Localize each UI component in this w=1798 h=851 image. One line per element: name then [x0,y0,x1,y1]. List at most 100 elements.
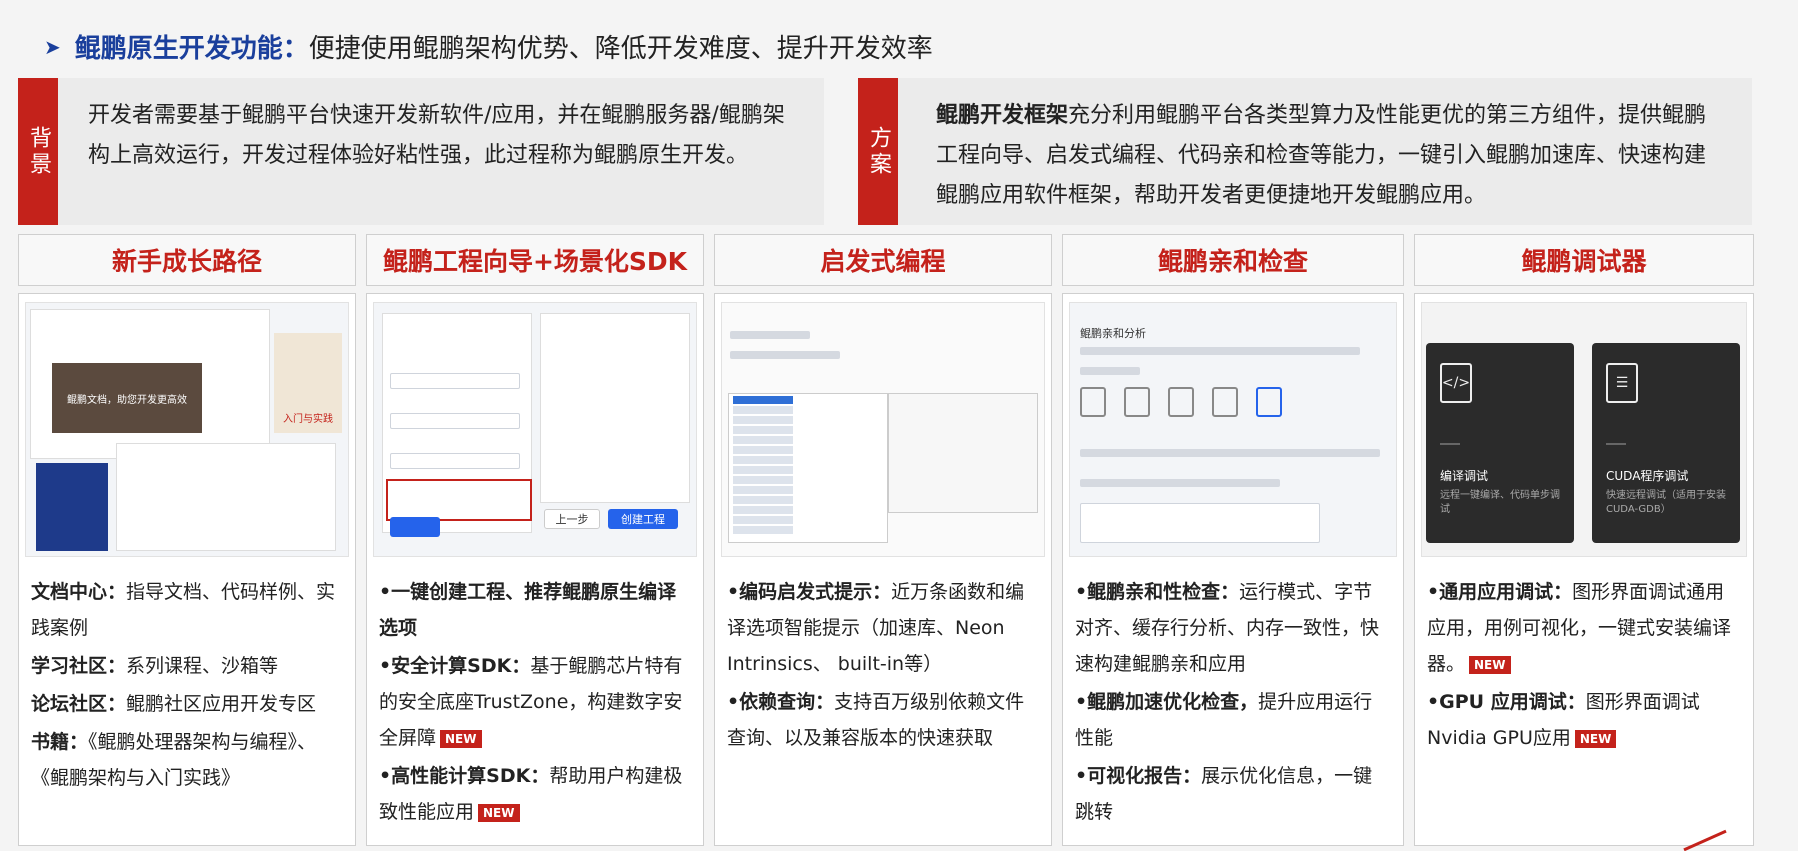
background-box: 背景 开发者需要基于鲲鹏平台快速开发新软件/应用，并在鲲鹏服务器/鲲鹏架构上高效… [18,78,824,225]
card-divider [1606,443,1626,445]
item-label: •鲲鹏加速优化检查， [1075,691,1259,713]
column-title-3: 启发式编程 [714,234,1052,286]
suggestion-row [733,506,793,514]
new-badge: NEW [478,803,520,822]
path-input [1080,503,1320,543]
column-screenshot-4: 鲲鹏亲和分析 [1069,302,1397,557]
highlight-field [386,479,532,521]
column-body-1: 鲲鹏文档，助您开发更高效 入门与实践文档中心：指导文档、代码样例、实践案例学习社区… [18,293,356,846]
column-body-3: •编码启发式提示：近万条函数和编译选项智能提示（加速库、Neon Intrins… [714,293,1052,846]
check-type-icon [1212,387,1238,417]
item-label: •高性能计算SDK： [379,765,550,787]
debug-card-compile: </> 编译调试 远程一键编译、代码单步调试 [1426,343,1574,543]
column-item: 论坛社区：鲲鹏社区应用开发专区 [31,686,343,722]
plan-strong: 鲲鹏开发框架 [936,103,1069,128]
item-label: 论坛社区： [31,693,127,715]
suggestion-row [733,406,793,414]
sliders-icon: ☰ [1606,363,1638,403]
suggestion-row [733,516,793,524]
column-text-3: •编码启发式提示：近万条函数和编译选项智能提示（加速库、Neon Intrins… [727,574,1039,758]
column-item: •一键创建工程、推荐鲲鹏原生编译选项 [379,574,691,646]
item-label: •鲲鹏亲和性检查： [1075,581,1240,603]
column-item: •编码启发式提示：近万条函数和编译选项智能提示（加速库、Neon Intrins… [727,574,1039,682]
item-label: 学习社区： [31,655,127,677]
plan-tag: 方案 [858,78,898,225]
column-item: •GPU 应用调试：图形界面调试Nvidia GPU应用 NEW [1427,684,1741,756]
item-label: •一键创建工程、推荐鲲鹏原生编译选项 [379,581,677,639]
card-desc: 快速远程调试（适用于安装CUDA-GDB） [1606,490,1726,515]
headline: ➤ 鲲鹏原生开发功能： 便捷使用鲲鹏架构优势、降低开发难度、提升开发效率 [44,28,933,65]
suggestion-row [733,416,793,424]
column-screenshot-5: </> 编译调试 远程一键编译、代码单步调试 ☰ CUDA程序调试 快速远程调试（适用于安… [1421,302,1747,557]
column-title-1: 新手成长路径 [18,234,356,286]
suggestion-row [733,396,793,404]
new-badge: NEW [1574,729,1617,748]
column-screenshot-3 [721,302,1045,557]
check-type-icon [1080,387,1106,417]
suggestion-row [733,466,793,474]
desc-line [1080,449,1380,457]
form-field [390,373,520,389]
check-type-icon [1124,387,1150,417]
book-blue [36,463,108,551]
column-item: •鲲鹏亲和性检查：运行模式、字节对齐、缓存行分析、内存一致性，快速构建鲲鹏亲和应… [1075,574,1391,682]
options-panel [540,313,690,503]
column-item: 文档中心：指导文档、代码样例、实践案例 [31,574,343,646]
suggestion-row [733,456,793,464]
desc-line [1080,367,1140,375]
create-project-button: 创建工程 [608,509,678,529]
suggestion-row [733,526,793,534]
column-title-4: 鲲鹏亲和检查 [1062,234,1404,286]
plan-text: 鲲鹏开发框架充分利用鲲鹏平台各类型算力及性能更优的第三方组件，提供鲲鹏工程向导、… [898,78,1752,225]
column-item: •通用应用调试：图形界面调试通用应用，用例可视化，一键式安装编译器。 NEW [1427,574,1741,682]
item-label: •安全计算SDK： [379,655,531,677]
card-desc: 远程一键编译、代码单步调试 [1440,490,1560,515]
background-tag: 背景 [18,78,58,225]
desc-line [1080,479,1280,487]
book-cover: 入门与实践 [274,333,342,433]
suggestion-row [733,476,793,484]
background-text: 开发者需要基于鲲鹏平台快速开发新软件/应用，并在鲲鹏服务器/鲲鹏架构上高效运行，… [88,103,785,168]
arrow-icon: ➤ [44,34,61,59]
column-body-4: 鲲鹏亲和分析 •鲲鹏亲和性检查：运行模式、字节对齐、缓存行分析、内存一致性，快速构… [1062,293,1404,846]
item-label: 文档中心： [31,581,127,603]
new-badge: NEW [1469,655,1511,674]
column-text-2: •一键创建工程、推荐鲲鹏原生编译选项 •安全计算SDK：基于鲲鹏芯片特有的安全底座… [379,574,691,832]
check-type-icon [1168,387,1194,417]
item-label: •依赖查询： [727,691,835,713]
column-body-5: </> 编译调试 远程一键编译、代码单步调试 ☰ CUDA程序调试 快速远程调试（适用于安… [1414,293,1754,846]
suggestion-row [733,496,793,504]
suggestion-row [733,446,793,454]
suggestion-row [733,426,793,434]
desc-line [1080,347,1360,355]
item-text: 鲲鹏社区应用开发专区 [126,693,317,715]
code-icon: </> [1440,363,1472,403]
column-item: •安全计算SDK：基于鲲鹏芯片特有的安全底座TrustZone，构建数字安全屏障… [379,648,691,756]
form-field [390,453,520,469]
doc-list-mock [116,443,336,551]
column-title-2: 鲲鹏工程向导+场景化SDK [366,234,704,286]
code-line [730,351,840,359]
suggestion-detail [888,393,1038,513]
column-item: 书籍：《鲲鹏处理器架构与编程》、《鲲鹏架构与入门实践》 [31,724,343,796]
check-type-icons [1080,387,1380,437]
column-screenshot-1: 鲲鹏文档，助您开发更高效 入门与实践 [25,302,349,557]
item-label: •编码启发式提示： [727,581,892,603]
prev-step-button: 上一步 [544,509,600,529]
column-item: •依赖查询：支持百万级别依赖文件查询、以及兼容版本的快速获取 [727,684,1039,756]
item-label: •通用应用调试： [1427,581,1573,603]
item-label: 书籍： [31,731,89,753]
item-label: •可视化报告： [1075,765,1202,787]
column-text-5: •通用应用调试：图形界面调试通用应用，用例可视化，一键式安装编译器。 NEW •GP… [1427,574,1741,758]
suggestion-row [733,436,793,444]
column-item: •可视化报告：展示优化信息，一键跳转 [1075,758,1391,830]
column-title-5: 鲲鹏调试器 [1414,234,1754,286]
suggestion-list [728,393,888,543]
column-item: •高性能计算SDK：帮助用户构建极致性能应用 NEW [379,758,691,830]
column-body-2: 上一步 创建工程 •一键创建工程、推荐鲲鹏原生编译选项 •安全计算SDK：基于鲲鹏芯片… [366,293,704,846]
item-label: •GPU 应用调试： [1427,691,1586,713]
debug-card-cuda: ☰ CUDA程序调试 快速远程调试（适用于安装CUDA-GDB） [1592,343,1740,543]
plan-box: 方案 鲲鹏开发框架充分利用鲲鹏平台各类型算力及性能更优的第三方组件，提供鲲鹏工程… [858,78,1752,225]
headline-strong: 鲲鹏原生开发功能： [74,34,309,64]
card-divider [1440,443,1460,445]
